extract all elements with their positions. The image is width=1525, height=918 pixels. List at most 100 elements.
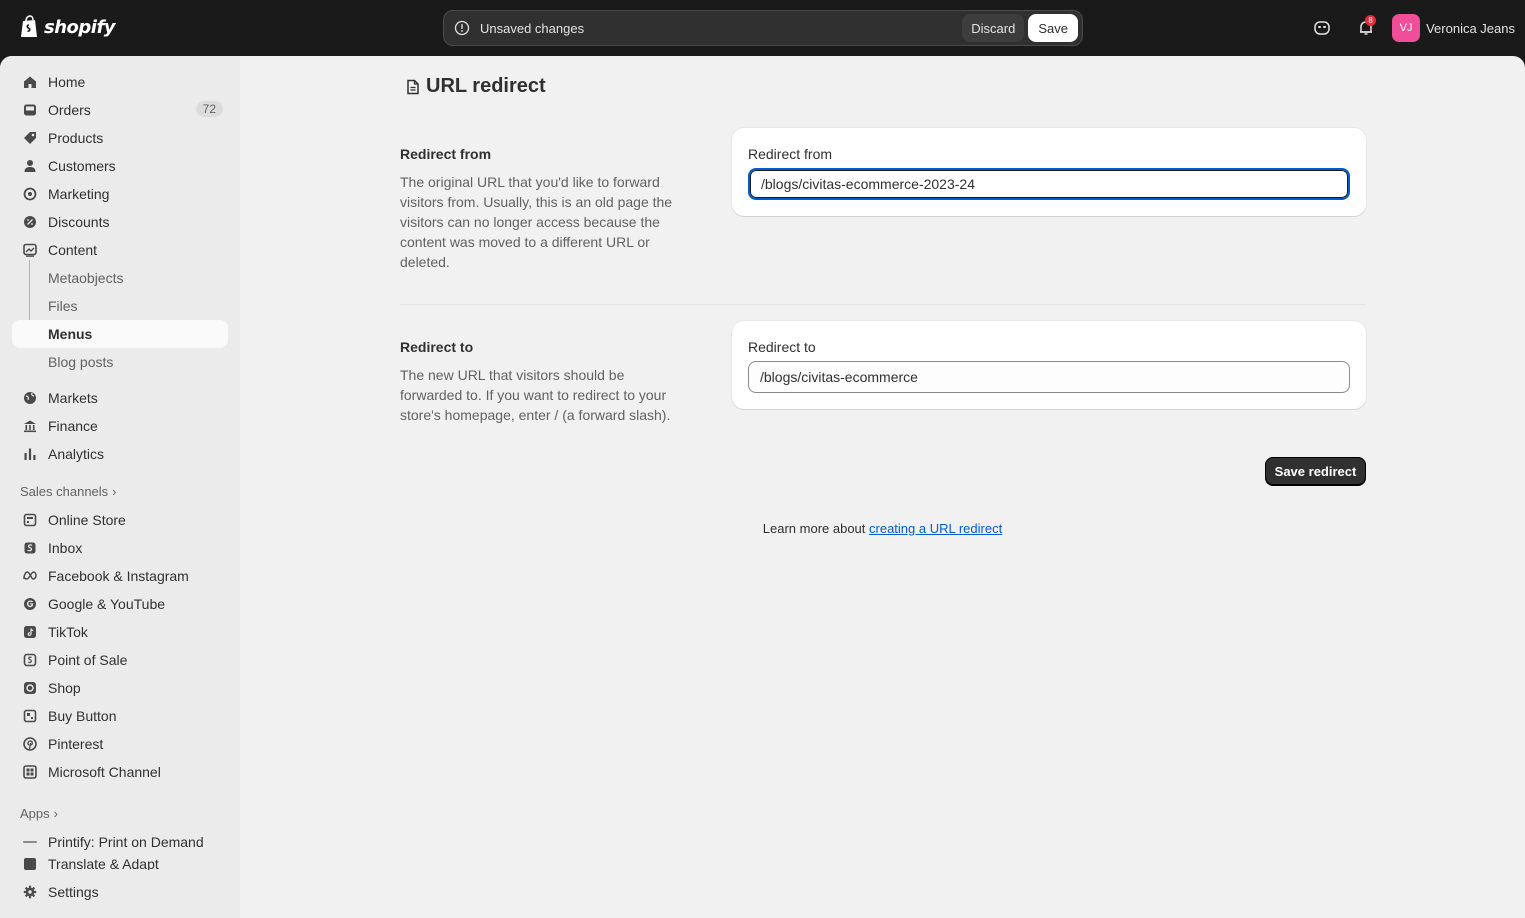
document-icon (407, 79, 419, 94)
redirect-from-description: The original URL that you'd like to forw… (400, 174, 673, 270)
gear-icon (22, 884, 38, 900)
bank-icon (22, 418, 38, 434)
sidebar-item-menus[interactable]: Menus (12, 320, 228, 348)
sidebar-item-label: Blog posts (48, 354, 114, 370)
apps-header[interactable]: Apps › (20, 806, 58, 821)
sidebar-item-label: Customers (48, 158, 116, 174)
sidebar-channel-shop[interactable]: Shop (12, 674, 228, 702)
sidebar-item-finance[interactable]: Finance (12, 412, 228, 440)
target-icon (22, 186, 38, 202)
alert-circle-icon (454, 20, 470, 36)
app-frame: Home Orders 72 Products Customers Market… (0, 56, 1525, 918)
person-icon (22, 158, 38, 174)
sidebar-item-orders[interactable]: Orders 72 (12, 96, 228, 124)
sidebar-item-blog-posts[interactable]: Blog posts (12, 348, 228, 376)
translate-icon (22, 856, 38, 870)
google-icon (22, 596, 38, 612)
sidebar-item-label: TikTok (48, 624, 88, 640)
sidebar-item-label: Content (48, 242, 98, 258)
shopify-logo[interactable]: shopify (20, 15, 116, 39)
sidebar-item-label: Metaobjects (48, 270, 124, 286)
redirect-from-input[interactable] (748, 168, 1350, 200)
sidebar-item-label: Online Store (48, 512, 126, 528)
orders-count-badge: 72 (195, 101, 223, 117)
inbox-icon (22, 540, 38, 556)
redirect-to-label: Redirect to (748, 339, 816, 355)
redirect-from-heading: Redirect from (400, 146, 492, 162)
bar-chart-icon (22, 446, 38, 462)
sidebar-channel-pinterest[interactable]: Pinterest (12, 730, 228, 758)
sidebar-item-label: Products (48, 130, 104, 146)
notifications-button[interactable]: 8 (1350, 12, 1382, 44)
sidebar-item-label: Shop (48, 680, 81, 696)
sidebar-item-label: Settings (48, 884, 99, 900)
user-menu[interactable]: VJ Veronica Jeans (1392, 14, 1515, 42)
sidebar-channel-facebook-instagram[interactable]: Facebook & Instagram (12, 562, 228, 590)
sidekick-button[interactable] (1306, 12, 1338, 44)
sidebar-item-label: Markets (48, 390, 98, 406)
learn-more-prefix: Learn more about (762, 521, 870, 536)
top-right-actions: 8 VJ Veronica Jeans (1294, 12, 1515, 44)
sidebar-channel-tiktok[interactable]: TikTok (12, 618, 228, 646)
sidebar-item-label: Google & YouTube (48, 596, 166, 612)
brand-name: shopify (44, 16, 116, 38)
sidebar-item-markets[interactable]: Markets (12, 384, 228, 412)
sidebar-channel-inbox[interactable]: Inbox (12, 534, 228, 562)
sidebar-channel-google-youtube[interactable]: Google & YouTube (12, 590, 228, 618)
sidebar-item-label: Point of Sale (48, 652, 128, 668)
sidebar-item-metaobjects[interactable]: Metaobjects (12, 264, 228, 292)
sidebar-item-home[interactable]: Home (12, 68, 228, 96)
section-header-label: Sales channels (20, 484, 109, 499)
main-content: URL redirect Redirect from The original … (240, 56, 1525, 918)
sidebar-item-products[interactable]: Products (12, 124, 228, 152)
sidebar-item-label: Marketing (48, 186, 110, 202)
buy-button-icon (22, 708, 38, 724)
sidebar-item-label: Finance (48, 418, 98, 434)
sidebar-item-analytics[interactable]: Analytics (12, 440, 228, 468)
sidebar: Home Orders 72 Products Customers Market… (0, 56, 240, 918)
image-icon (22, 242, 38, 258)
sidebar-channel-buy-button[interactable]: Buy Button (12, 702, 228, 730)
sidebar-app-translate-adapt[interactable]: Translate & Adapt (12, 856, 228, 870)
sidebar-item-customers[interactable]: Customers (12, 152, 228, 180)
sidebar-item-files[interactable]: Files (12, 292, 228, 320)
user-name: Veronica Jeans (1426, 20, 1515, 36)
redirect-to-heading: Redirect to (400, 339, 474, 355)
orders-icon (22, 102, 38, 118)
page-title: URL redirect (406, 75, 546, 98)
learn-more-text: Learn more about creating a URL redirect (240, 521, 1525, 536)
sidebar-item-settings[interactable]: Settings (12, 878, 228, 906)
sidebar-item-label: Facebook & Instagram (48, 568, 189, 584)
sidebar-item-label: Home (48, 74, 86, 90)
discount-icon (22, 214, 38, 230)
discard-button[interactable]: Discard (962, 14, 1025, 42)
section-divider (400, 304, 1366, 305)
sidebar-channel-microsoft[interactable]: Microsoft Channel (12, 758, 228, 786)
sidebar-item-label: Menus (48, 326, 93, 342)
redirect-to-description: The new URL that visitors should be forw… (400, 367, 671, 423)
sidebar-item-label: Inbox (48, 540, 83, 556)
sidebar-channel-point-of-sale[interactable]: Point of Sale (12, 646, 228, 674)
page-title-text: URL redirect (426, 75, 546, 97)
sidekick-icon (1314, 21, 1330, 35)
sidebar-item-label: Printify: Print on Demand (48, 834, 204, 850)
sidebar-app-printify[interactable]: Printify: Print on Demand (12, 828, 228, 856)
save-redirect-button[interactable]: Save redirect (1265, 457, 1366, 485)
save-button[interactable]: Save (1028, 14, 1078, 42)
learn-more-link[interactable]: creating a URL redirect (869, 521, 1002, 536)
sales-channels-header[interactable]: Sales channels › (20, 484, 117, 499)
section-header-label: Apps (20, 806, 50, 821)
sidebar-item-label: Analytics (48, 446, 105, 462)
shopify-bag-icon (21, 15, 37, 37)
printify-icon (22, 834, 38, 850)
redirect-to-card: Redirect to (732, 321, 1366, 409)
sidebar-channel-online-store[interactable]: Online Store (12, 506, 228, 534)
chevron-right-icon: › (53, 806, 58, 821)
unsaved-changes-text: Unsaved changes (480, 20, 585, 36)
meta-icon (22, 568, 38, 584)
redirect-to-input[interactable] (748, 361, 1350, 393)
sidebar-item-marketing[interactable]: Marketing (12, 180, 228, 208)
sidebar-item-content[interactable]: Content (12, 236, 228, 264)
globe-icon (22, 390, 38, 406)
sidebar-item-discounts[interactable]: Discounts (12, 208, 228, 236)
